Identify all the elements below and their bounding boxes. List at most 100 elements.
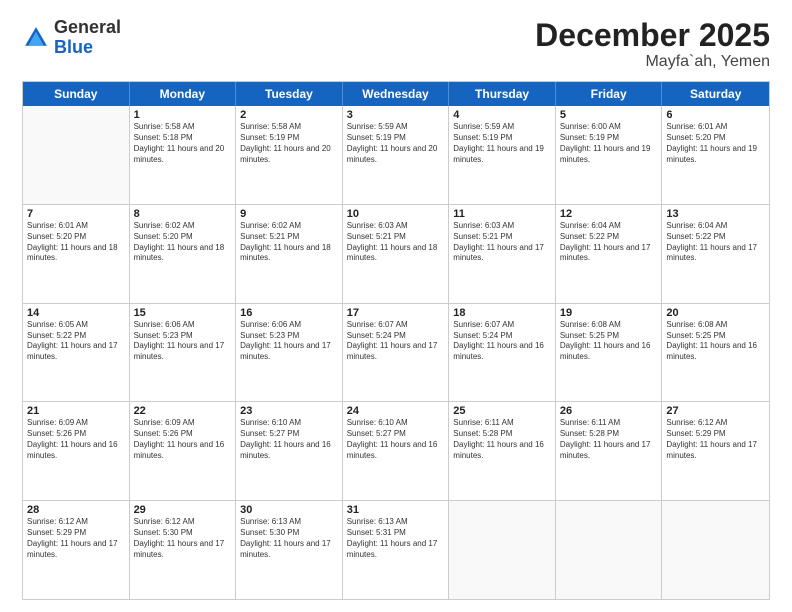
calendar-row: 14Sunrise: 6:05 AM Sunset: 5:22 PM Dayli… xyxy=(23,303,769,402)
calendar-header-day: Saturday xyxy=(662,82,769,106)
cell-info: Sunrise: 6:00 AM Sunset: 5:19 PM Dayligh… xyxy=(560,122,658,165)
cell-info: Sunrise: 5:58 AM Sunset: 5:18 PM Dayligh… xyxy=(134,122,232,165)
day-number: 13 xyxy=(666,208,765,220)
day-number: 18 xyxy=(453,307,551,319)
month-title: December 2025 xyxy=(535,18,770,53)
day-number: 25 xyxy=(453,405,551,417)
cell-info: Sunrise: 6:13 AM Sunset: 5:30 PM Dayligh… xyxy=(240,517,338,560)
cell-info: Sunrise: 6:01 AM Sunset: 5:20 PM Dayligh… xyxy=(666,122,765,165)
cell-info: Sunrise: 6:10 AM Sunset: 5:27 PM Dayligh… xyxy=(347,418,445,461)
day-number: 20 xyxy=(666,307,765,319)
logo-icon xyxy=(22,24,50,52)
calendar-cell: 2Sunrise: 5:58 AM Sunset: 5:19 PM Daylig… xyxy=(236,106,343,204)
calendar-header-day: Friday xyxy=(556,82,663,106)
calendar-cell: 10Sunrise: 6:03 AM Sunset: 5:21 PM Dayli… xyxy=(343,205,450,303)
logo: General Blue xyxy=(22,18,121,58)
cell-info: Sunrise: 6:05 AM Sunset: 5:22 PM Dayligh… xyxy=(27,320,125,363)
day-number: 12 xyxy=(560,208,658,220)
day-number: 24 xyxy=(347,405,445,417)
day-number: 3 xyxy=(347,109,445,121)
calendar-header-day: Tuesday xyxy=(236,82,343,106)
day-number: 21 xyxy=(27,405,125,417)
calendar-row: 21Sunrise: 6:09 AM Sunset: 5:26 PM Dayli… xyxy=(23,401,769,500)
calendar-row: 1Sunrise: 5:58 AM Sunset: 5:18 PM Daylig… xyxy=(23,106,769,204)
cell-info: Sunrise: 6:11 AM Sunset: 5:28 PM Dayligh… xyxy=(453,418,551,461)
logo-general: General xyxy=(54,17,121,37)
cell-info: Sunrise: 6:09 AM Sunset: 5:26 PM Dayligh… xyxy=(27,418,125,461)
day-number: 31 xyxy=(347,504,445,516)
header: General Blue December 2025 Mayfa`ah, Yem… xyxy=(22,18,770,71)
calendar-cell: 17Sunrise: 6:07 AM Sunset: 5:24 PM Dayli… xyxy=(343,304,450,402)
cell-info: Sunrise: 6:06 AM Sunset: 5:23 PM Dayligh… xyxy=(134,320,232,363)
cell-info: Sunrise: 6:12 AM Sunset: 5:29 PM Dayligh… xyxy=(666,418,765,461)
calendar-header-day: Thursday xyxy=(449,82,556,106)
day-number: 16 xyxy=(240,307,338,319)
day-number: 5 xyxy=(560,109,658,121)
calendar-body: 1Sunrise: 5:58 AM Sunset: 5:18 PM Daylig… xyxy=(23,106,769,599)
cell-info: Sunrise: 6:10 AM Sunset: 5:27 PM Dayligh… xyxy=(240,418,338,461)
calendar-cell: 25Sunrise: 6:11 AM Sunset: 5:28 PM Dayli… xyxy=(449,402,556,500)
calendar-cell: 4Sunrise: 5:59 AM Sunset: 5:19 PM Daylig… xyxy=(449,106,556,204)
calendar-header: SundayMondayTuesdayWednesdayThursdayFrid… xyxy=(23,82,769,106)
calendar-cell: 14Sunrise: 6:05 AM Sunset: 5:22 PM Dayli… xyxy=(23,304,130,402)
calendar-cell: 30Sunrise: 6:13 AM Sunset: 5:30 PM Dayli… xyxy=(236,501,343,599)
day-number: 4 xyxy=(453,109,551,121)
cell-info: Sunrise: 5:59 AM Sunset: 5:19 PM Dayligh… xyxy=(347,122,445,165)
cell-info: Sunrise: 6:04 AM Sunset: 5:22 PM Dayligh… xyxy=(666,221,765,264)
day-number: 1 xyxy=(134,109,232,121)
calendar-cell: 16Sunrise: 6:06 AM Sunset: 5:23 PM Dayli… xyxy=(236,304,343,402)
calendar-cell: 24Sunrise: 6:10 AM Sunset: 5:27 PM Dayli… xyxy=(343,402,450,500)
day-number: 9 xyxy=(240,208,338,220)
day-number: 7 xyxy=(27,208,125,220)
cell-info: Sunrise: 6:08 AM Sunset: 5:25 PM Dayligh… xyxy=(560,320,658,363)
cell-info: Sunrise: 6:12 AM Sunset: 5:29 PM Dayligh… xyxy=(27,517,125,560)
day-number: 22 xyxy=(134,405,232,417)
calendar-cell: 1Sunrise: 5:58 AM Sunset: 5:18 PM Daylig… xyxy=(130,106,237,204)
day-number: 2 xyxy=(240,109,338,121)
calendar-cell: 6Sunrise: 6:01 AM Sunset: 5:20 PM Daylig… xyxy=(662,106,769,204)
day-number: 27 xyxy=(666,405,765,417)
calendar-row: 28Sunrise: 6:12 AM Sunset: 5:29 PM Dayli… xyxy=(23,500,769,599)
cell-info: Sunrise: 6:02 AM Sunset: 5:20 PM Dayligh… xyxy=(134,221,232,264)
cell-info: Sunrise: 6:07 AM Sunset: 5:24 PM Dayligh… xyxy=(453,320,551,363)
logo-blue: Blue xyxy=(54,37,93,57)
cell-info: Sunrise: 6:01 AM Sunset: 5:20 PM Dayligh… xyxy=(27,221,125,264)
calendar-cell: 3Sunrise: 5:59 AM Sunset: 5:19 PM Daylig… xyxy=(343,106,450,204)
calendar-cell: 11Sunrise: 6:03 AM Sunset: 5:21 PM Dayli… xyxy=(449,205,556,303)
calendar-cell: 13Sunrise: 6:04 AM Sunset: 5:22 PM Dayli… xyxy=(662,205,769,303)
day-number: 8 xyxy=(134,208,232,220)
title-block: December 2025 Mayfa`ah, Yemen xyxy=(535,18,770,71)
calendar-header-day: Monday xyxy=(130,82,237,106)
day-number: 6 xyxy=(666,109,765,121)
day-number: 15 xyxy=(134,307,232,319)
cell-info: Sunrise: 5:58 AM Sunset: 5:19 PM Dayligh… xyxy=(240,122,338,165)
calendar-cell: 28Sunrise: 6:12 AM Sunset: 5:29 PM Dayli… xyxy=(23,501,130,599)
calendar-cell: 29Sunrise: 6:12 AM Sunset: 5:30 PM Dayli… xyxy=(130,501,237,599)
calendar-cell: 18Sunrise: 6:07 AM Sunset: 5:24 PM Dayli… xyxy=(449,304,556,402)
day-number: 14 xyxy=(27,307,125,319)
calendar-cell: 31Sunrise: 6:13 AM Sunset: 5:31 PM Dayli… xyxy=(343,501,450,599)
calendar-cell: 19Sunrise: 6:08 AM Sunset: 5:25 PM Dayli… xyxy=(556,304,663,402)
cell-info: Sunrise: 6:06 AM Sunset: 5:23 PM Dayligh… xyxy=(240,320,338,363)
cell-info: Sunrise: 6:07 AM Sunset: 5:24 PM Dayligh… xyxy=(347,320,445,363)
day-number: 26 xyxy=(560,405,658,417)
calendar-cell: 8Sunrise: 6:02 AM Sunset: 5:20 PM Daylig… xyxy=(130,205,237,303)
calendar-cell: 15Sunrise: 6:06 AM Sunset: 5:23 PM Dayli… xyxy=(130,304,237,402)
day-number: 19 xyxy=(560,307,658,319)
day-number: 28 xyxy=(27,504,125,516)
calendar-cell: 5Sunrise: 6:00 AM Sunset: 5:19 PM Daylig… xyxy=(556,106,663,204)
day-number: 23 xyxy=(240,405,338,417)
calendar-cell xyxy=(449,501,556,599)
cell-info: Sunrise: 6:13 AM Sunset: 5:31 PM Dayligh… xyxy=(347,517,445,560)
calendar-cell: 9Sunrise: 6:02 AM Sunset: 5:21 PM Daylig… xyxy=(236,205,343,303)
calendar: SundayMondayTuesdayWednesdayThursdayFrid… xyxy=(22,81,770,600)
calendar-header-day: Wednesday xyxy=(343,82,450,106)
calendar-cell: 22Sunrise: 6:09 AM Sunset: 5:26 PM Dayli… xyxy=(130,402,237,500)
calendar-cell: 23Sunrise: 6:10 AM Sunset: 5:27 PM Dayli… xyxy=(236,402,343,500)
calendar-cell xyxy=(23,106,130,204)
location: Mayfa`ah, Yemen xyxy=(535,53,770,71)
calendar-cell: 12Sunrise: 6:04 AM Sunset: 5:22 PM Dayli… xyxy=(556,205,663,303)
cell-info: Sunrise: 6:12 AM Sunset: 5:30 PM Dayligh… xyxy=(134,517,232,560)
logo-text: General Blue xyxy=(54,18,121,58)
calendar-cell: 26Sunrise: 6:11 AM Sunset: 5:28 PM Dayli… xyxy=(556,402,663,500)
